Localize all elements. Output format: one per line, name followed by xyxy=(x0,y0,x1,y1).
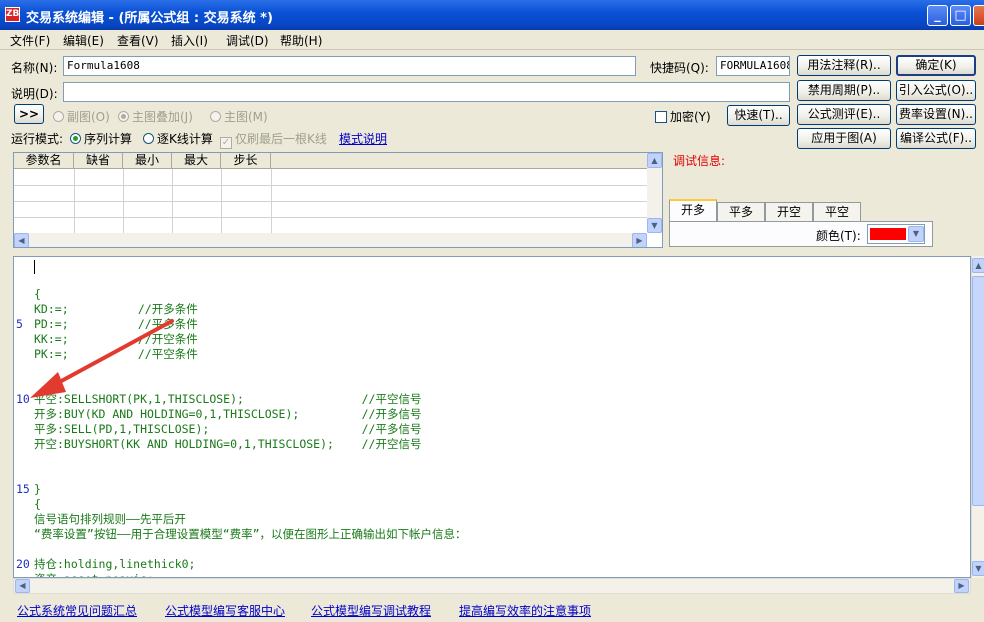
param-hscrollbar[interactable]: ◀ ▶ xyxy=(14,233,647,247)
param-header-step[interactable]: 步长 xyxy=(221,153,271,169)
menu-view[interactable]: 查看(V) xyxy=(117,32,159,49)
color-swatch xyxy=(870,228,906,240)
mode-help-link[interactable]: 模式说明 xyxy=(339,130,387,147)
menu-debug[interactable]: 调试(D) xyxy=(226,32,269,49)
close-button[interactable] xyxy=(973,5,984,26)
radio-sub-chart[interactable]: 副图(O) xyxy=(53,108,110,125)
scroll-right-icon[interactable]: ▶ xyxy=(632,233,647,247)
scroll-up-icon[interactable]: ▲ xyxy=(647,153,662,168)
confirm-button[interactable]: 确定(K) xyxy=(896,55,976,76)
app-icon: ZB xyxy=(5,7,20,22)
disable-period-button[interactable]: 禁用周期(P).. xyxy=(797,80,891,101)
radio-icon xyxy=(143,133,154,144)
grid-line xyxy=(14,217,647,218)
radio-main-chart[interactable]: 主图(M) xyxy=(210,108,268,125)
checkbox-icon xyxy=(655,111,667,123)
color-label: 颜色(T): xyxy=(816,229,861,243)
param-header-default[interactable]: 缺省 xyxy=(74,153,123,169)
name-label: 名称(N): xyxy=(11,61,58,75)
radio-seq-calc[interactable]: 序列计算 xyxy=(70,130,132,147)
import-formula-button[interactable]: 引入公式(O).. xyxy=(896,80,976,101)
param-table[interactable]: 参数名 缺省 最小 最大 步长 ▲ ▼ ◀ ▶ xyxy=(13,152,663,248)
scroll-down-icon[interactable]: ▼ xyxy=(972,561,984,576)
grid-line xyxy=(172,169,173,233)
tab-open-short[interactable]: 开空 xyxy=(765,202,813,221)
evaluate-button[interactable]: 公式测评(E).. xyxy=(797,104,891,125)
radio-icon xyxy=(70,133,81,144)
menu-file[interactable]: 文件(F) xyxy=(10,32,50,49)
grid-line xyxy=(74,169,75,233)
fee-settings-button[interactable]: 费率设置(N).. xyxy=(896,104,976,125)
editor-vscrollbar[interactable]: ▲ ▼ xyxy=(971,256,984,578)
encrypt-checkbox[interactable]: 加密(Y) xyxy=(655,108,711,125)
desc-input[interactable] xyxy=(63,82,790,102)
code-editor[interactable]: {KD:=; //开多条件 5 PD:=; //平多条件 KK:=; //开空条件 PK… xyxy=(13,256,971,578)
tutorial-link[interactable]: 公式模型编写调试教程 xyxy=(311,602,431,619)
grid-line xyxy=(14,185,647,186)
compile-button[interactable]: 编译公式(F).. xyxy=(896,128,976,149)
usage-notes-button[interactable]: 用法注释(R).. xyxy=(797,55,891,76)
formula-editor-window: ZB 交易系统编辑 - (所属公式组 : 交易系统 *) _ □ 文件(F) 编… xyxy=(0,0,984,622)
scroll-thumb[interactable] xyxy=(972,276,984,506)
shortcut-input[interactable]: FORMULA1608 xyxy=(716,56,790,76)
red-arrow-annotation xyxy=(30,319,174,398)
maximize-icon: □ xyxy=(954,8,967,23)
color-select[interactable]: ▼ xyxy=(867,224,925,244)
menu-edit[interactable]: 编辑(E) xyxy=(63,32,104,49)
last-kline-checkbox[interactable]: ✓ 仅刷最后一根K线 xyxy=(220,130,327,149)
radio-icon xyxy=(210,111,221,122)
scroll-left-icon[interactable]: ◀ xyxy=(15,579,30,593)
desc-label: 说明(D): xyxy=(11,87,58,101)
scroll-left-icon[interactable]: ◀ xyxy=(14,233,29,247)
grid-line xyxy=(221,169,222,233)
shortcut-label: 快捷码(Q): xyxy=(650,61,709,75)
scroll-right-icon[interactable]: ▶ xyxy=(954,579,969,593)
param-header-max[interactable]: 最大 xyxy=(172,153,221,169)
run-mode-label: 运行模式: xyxy=(11,132,64,146)
tab-close-long[interactable]: 平多 xyxy=(717,202,765,221)
menu-insert[interactable]: 插入(I) xyxy=(171,32,208,49)
expand-button[interactable]: >> xyxy=(14,104,44,124)
param-vscrollbar[interactable]: ▲ ▼ xyxy=(647,153,662,233)
param-header-blank xyxy=(271,153,647,169)
editor-hscrollbar[interactable]: ◀ ▶ xyxy=(13,578,971,594)
radio-icon xyxy=(118,111,129,122)
tab-close-short[interactable]: 平空 xyxy=(813,202,861,221)
name-input[interactable]: Formula1608 xyxy=(63,56,636,76)
footer-links: 公式系统常见问题汇总 公式模型编写客服中心 公式模型编写调试教程 提高编写效率的… xyxy=(0,600,984,622)
grid-line xyxy=(271,169,272,233)
tab-panel: 颜色(T): ▼ xyxy=(669,221,933,247)
radio-icon xyxy=(53,111,64,122)
minimize-button[interactable]: _ xyxy=(927,5,948,26)
debug-info-label: 调试信息: xyxy=(673,154,726,168)
tips-link[interactable]: 提高编写效率的注意事项 xyxy=(459,602,591,619)
support-link[interactable]: 公式模型编写客服中心 xyxy=(165,602,285,619)
param-header-min[interactable]: 最小 xyxy=(123,153,172,169)
menu-bar: 文件(F) 编辑(E) 查看(V) 插入(I) 调试(D) 帮助(H) xyxy=(0,30,984,50)
param-header-name[interactable]: 参数名 xyxy=(14,153,74,169)
faq-link[interactable]: 公式系统常见问题汇总 xyxy=(17,602,137,619)
menu-help[interactable]: 帮助(H) xyxy=(280,32,322,49)
maximize-button[interactable]: □ xyxy=(950,5,971,26)
tab-open-long[interactable]: 开多 xyxy=(669,199,717,221)
title-bar[interactable]: ZB 交易系统编辑 - (所属公式组 : 交易系统 *) _ □ xyxy=(0,0,984,30)
minimize-icon: _ xyxy=(934,8,941,23)
grid-line xyxy=(123,169,124,233)
scroll-up-icon[interactable]: ▲ xyxy=(972,258,984,273)
checkbox-icon: ✓ xyxy=(220,137,232,149)
fast-button[interactable]: 快速(T).. xyxy=(727,105,790,126)
apply-to-chart-button[interactable]: 应用于图(A) xyxy=(797,128,891,149)
radio-main-overlay[interactable]: 主图叠加(J) xyxy=(118,108,193,125)
radio-kline-calc[interactable]: 逐K线计算 xyxy=(143,130,213,147)
chevron-down-icon[interactable]: ▼ xyxy=(908,226,924,242)
window-title: 交易系统编辑 - (所属公式组 : 交易系统 *) xyxy=(26,11,273,26)
grid-line xyxy=(14,201,647,202)
scroll-down-icon[interactable]: ▼ xyxy=(647,218,662,233)
